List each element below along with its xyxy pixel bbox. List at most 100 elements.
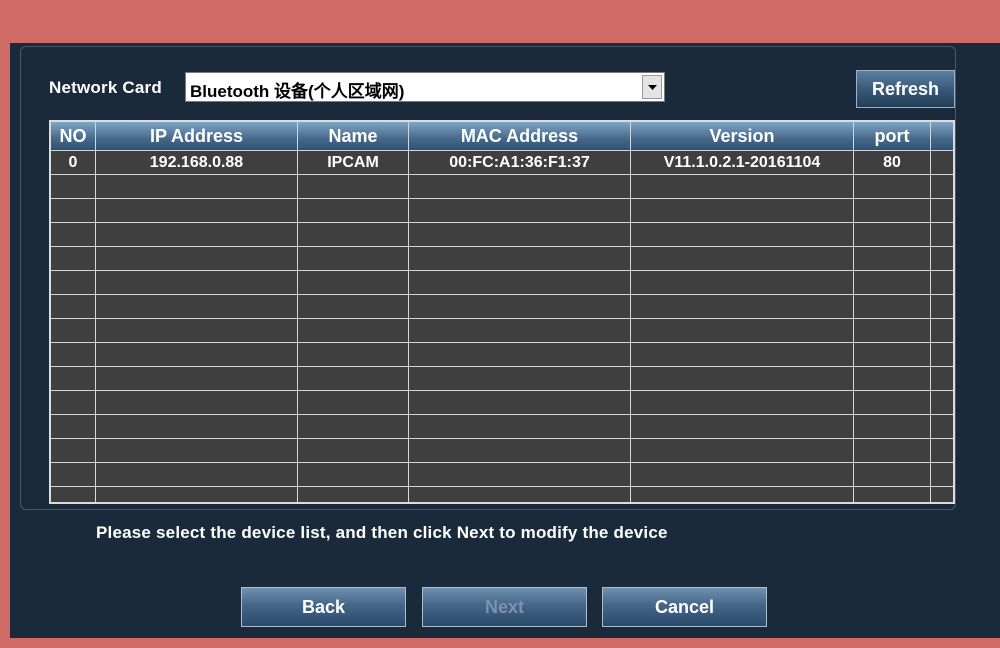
table-cell-empty	[931, 223, 953, 246]
table-row-empty[interactable]	[51, 487, 953, 502]
table-cell-empty	[931, 487, 953, 502]
table-cell-empty	[854, 247, 931, 270]
table-cell-empty	[409, 343, 631, 366]
table-cell-empty	[298, 319, 409, 342]
table-row-empty[interactable]	[51, 271, 953, 295]
refresh-button[interactable]: Refresh	[856, 70, 955, 108]
table-cell-empty	[298, 247, 409, 270]
table-row-empty[interactable]	[51, 439, 953, 463]
column-header-version[interactable]: Version	[631, 122, 854, 150]
table-cell-empty	[931, 367, 953, 390]
table-row-empty[interactable]	[51, 199, 953, 223]
table-cell-empty	[298, 463, 409, 486]
device-table: NO IP Address Name MAC Address Version p…	[49, 120, 955, 504]
table-row-empty[interactable]	[51, 247, 953, 271]
table-cell-empty	[298, 439, 409, 462]
table-cell-empty	[409, 391, 631, 414]
column-header-no[interactable]: NO	[51, 122, 96, 150]
table-cell-empty	[631, 199, 854, 222]
cell-spacer	[931, 151, 953, 174]
column-header-ip-address[interactable]: IP Address	[96, 122, 298, 150]
table-row-empty[interactable]	[51, 463, 953, 487]
table-row-empty[interactable]	[51, 295, 953, 319]
table-cell-empty	[854, 199, 931, 222]
table-cell-empty	[51, 271, 96, 294]
cell-ip-address: 192.168.0.88	[96, 151, 298, 174]
table-cell-empty	[631, 175, 854, 198]
table-cell-empty	[931, 343, 953, 366]
table-cell-empty	[298, 223, 409, 246]
device-panel: Network Card Bluetooth 设备(个人区域网) Refresh…	[20, 46, 956, 510]
table-cell-empty	[631, 415, 854, 438]
table-row-empty[interactable]	[51, 367, 953, 391]
table-cell-empty	[631, 247, 854, 270]
cell-version: V11.1.0.2.1-20161104	[631, 151, 854, 174]
table-cell-empty	[51, 199, 96, 222]
table-cell-empty	[409, 199, 631, 222]
table-cell-empty	[631, 487, 854, 502]
table-cell-empty	[96, 415, 298, 438]
table-cell-empty	[298, 367, 409, 390]
table-cell-empty	[51, 391, 96, 414]
table-cell-empty	[931, 295, 953, 318]
table-cell-empty	[96, 271, 298, 294]
table-cell-empty	[854, 343, 931, 366]
table-cell-empty	[854, 487, 931, 502]
network-card-label: Network Card	[49, 78, 162, 97]
table-cell-empty	[409, 175, 631, 198]
table-cell-empty	[409, 319, 631, 342]
table-cell-empty	[51, 487, 96, 502]
table-cell-empty	[931, 415, 953, 438]
chevron-down-icon	[648, 85, 657, 90]
table-cell-empty	[96, 295, 298, 318]
table-cell-empty	[931, 391, 953, 414]
table-row-empty[interactable]	[51, 319, 953, 343]
cancel-button[interactable]: Cancel	[602, 587, 767, 627]
cell-mac-address: 00:FC:A1:36:F1:37	[409, 151, 631, 174]
table-cell-empty	[631, 463, 854, 486]
table-cell-empty	[931, 247, 953, 270]
cell-port: 80	[854, 151, 931, 174]
table-cell-empty	[409, 367, 631, 390]
table-cell-empty	[409, 415, 631, 438]
table-cell-empty	[931, 319, 953, 342]
table-cell-empty	[854, 319, 931, 342]
table-cell-empty	[854, 367, 931, 390]
table-cell-empty	[96, 247, 298, 270]
table-cell-empty	[96, 463, 298, 486]
table-row-empty[interactable]	[51, 223, 953, 247]
table-cell-empty	[51, 439, 96, 462]
table-cell-empty	[631, 295, 854, 318]
table-cell-empty	[51, 223, 96, 246]
column-header-mac-address[interactable]: MAC Address	[409, 122, 631, 150]
table-row-empty[interactable]	[51, 415, 953, 439]
table-cell-empty	[51, 463, 96, 486]
table-cell-empty	[854, 439, 931, 462]
table-cell-empty	[51, 175, 96, 198]
next-button[interactable]: Next	[422, 587, 587, 627]
table-cell-empty	[96, 319, 298, 342]
table-row-empty[interactable]	[51, 175, 953, 199]
column-header-port[interactable]: port	[854, 122, 931, 150]
dropdown-arrow-button[interactable]	[642, 75, 662, 99]
table-cell-empty	[631, 223, 854, 246]
back-button[interactable]: Back	[241, 587, 406, 627]
instruction-text: Please select the device list, and then …	[96, 523, 668, 542]
table-row-empty[interactable]	[51, 343, 953, 367]
table-cell-empty	[51, 319, 96, 342]
table-cell-empty	[631, 439, 854, 462]
table-cell-empty	[298, 271, 409, 294]
table-cell-empty	[298, 175, 409, 198]
dialog-window: Network Card Bluetooth 设备(个人区域网) Refresh…	[10, 43, 1000, 638]
table-cell-empty	[631, 319, 854, 342]
table-cell-empty	[96, 439, 298, 462]
table-cell-empty	[409, 223, 631, 246]
table-cell-empty	[854, 271, 931, 294]
column-header-name[interactable]: Name	[298, 122, 409, 150]
table-row-empty[interactable]	[51, 391, 953, 415]
table-cell-empty	[51, 367, 96, 390]
table-row[interactable]: 0 192.168.0.88 IPCAM 00:FC:A1:36:F1:37 V…	[51, 151, 953, 175]
network-card-select[interactable]: Bluetooth 设备(个人区域网)	[185, 72, 665, 102]
table-header: NO IP Address Name MAC Address Version p…	[51, 122, 953, 151]
table-cell-empty	[854, 223, 931, 246]
